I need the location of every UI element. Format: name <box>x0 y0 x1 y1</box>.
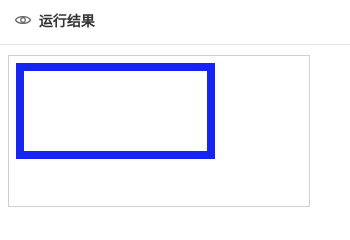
result-title: 运行结果 <box>39 14 95 30</box>
result-header: 运行结果 <box>0 0 350 45</box>
eye-icon <box>14 12 32 28</box>
result-panel: 运行结果 <box>0 0 350 229</box>
blue-rectangle <box>16 63 215 159</box>
result-canvas <box>8 55 310 207</box>
